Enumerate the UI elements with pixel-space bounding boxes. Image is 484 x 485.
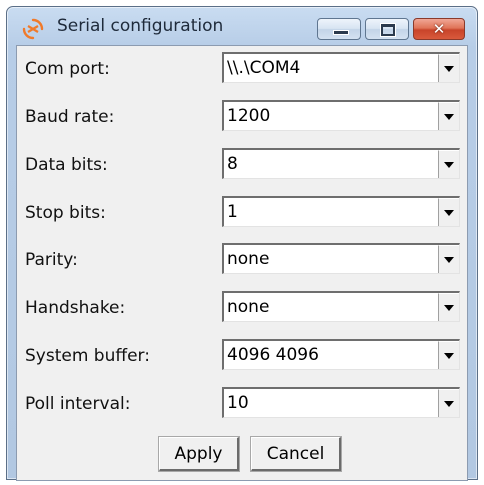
chevron-down-icon[interactable]	[438, 102, 459, 130]
maximize-icon	[381, 24, 395, 36]
chevron-down-icon[interactable]	[438, 389, 459, 417]
handshake-select[interactable]: none	[222, 291, 460, 322]
handshake-row: Handshake: none	[17, 291, 467, 325]
title-bar[interactable]: Serial configuration ✕	[7, 7, 477, 45]
poll-interval-select[interactable]: 10	[222, 387, 460, 418]
window-title: Serial configuration	[57, 16, 224, 36]
cancel-button[interactable]: Cancel	[251, 437, 341, 471]
minimize-button[interactable]	[317, 18, 361, 40]
chevron-down-icon[interactable]	[438, 54, 459, 82]
serial-app-icon	[22, 18, 44, 40]
chevron-down-icon[interactable]	[438, 341, 459, 369]
dialog-client-area: Com port: \\.\COM4 Baud rate: 1200 Data …	[16, 45, 468, 481]
parity-row: Parity: none	[17, 243, 467, 277]
poll-interval-row: Poll interval: 10	[17, 387, 467, 421]
parity-label: Parity:	[25, 250, 78, 270]
baud-rate-row: Baud rate: 1200	[17, 100, 467, 134]
system-buffer-value: 4096 4096	[227, 345, 319, 365]
apply-button[interactable]: Apply	[159, 437, 239, 471]
data-bits-value: 8	[227, 154, 238, 174]
data-bits-select[interactable]: 8	[222, 148, 460, 179]
parity-select[interactable]: none	[222, 243, 460, 274]
parity-value: none	[227, 249, 270, 269]
poll-interval-value: 10	[227, 393, 249, 413]
minimize-icon	[333, 30, 349, 35]
maximize-button[interactable]	[365, 18, 409, 40]
close-icon: ✕	[432, 20, 446, 38]
baud-rate-label: Baud rate:	[25, 107, 115, 127]
com-port-row: Com port: \\.\COM4	[17, 52, 467, 86]
data-bits-row: Data bits: 8	[17, 148, 467, 182]
serial-config-window: Serial configuration ✕ Com port: \\.\COM…	[6, 6, 478, 481]
data-bits-label: Data bits:	[25, 155, 108, 175]
stop-bits-value: 1	[227, 202, 238, 222]
chevron-down-icon[interactable]	[438, 150, 459, 178]
close-button[interactable]: ✕	[413, 18, 465, 40]
system-buffer-row: System buffer: 4096 4096	[17, 339, 467, 373]
baud-rate-value: 1200	[227, 106, 271, 126]
com-port-select[interactable]: \\.\COM4	[222, 52, 460, 83]
com-port-value: \\.\COM4	[227, 58, 301, 78]
stop-bits-row: Stop bits: 1	[17, 196, 467, 230]
com-port-label: Com port:	[25, 59, 110, 79]
chevron-down-icon[interactable]	[438, 293, 459, 321]
baud-rate-select[interactable]: 1200	[222, 100, 460, 131]
stop-bits-select[interactable]: 1	[222, 196, 460, 227]
chevron-down-icon[interactable]	[438, 245, 459, 273]
system-buffer-select[interactable]: 4096 4096	[222, 339, 460, 370]
system-buffer-label: System buffer:	[25, 346, 150, 366]
handshake-label: Handshake:	[25, 298, 126, 318]
stop-bits-label: Stop bits:	[25, 203, 106, 223]
poll-interval-label: Poll interval:	[25, 394, 131, 414]
handshake-value: none	[227, 297, 270, 317]
chevron-down-icon[interactable]	[438, 198, 459, 226]
